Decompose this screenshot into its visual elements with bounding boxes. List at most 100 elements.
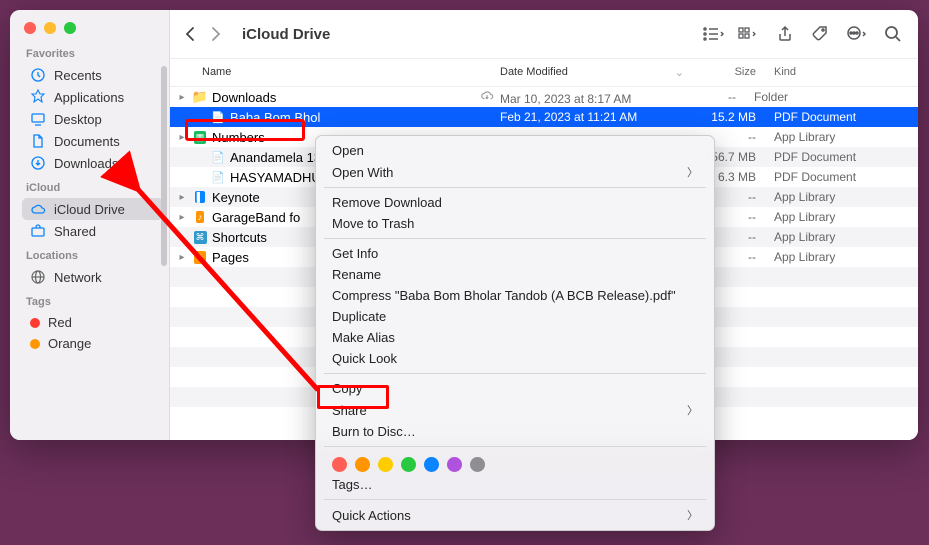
view-list-icon[interactable] <box>702 26 724 42</box>
file-name: Keynote <box>212 190 260 205</box>
separator <box>324 499 706 500</box>
tag-color-swatch[interactable] <box>332 457 347 472</box>
context-open[interactable]: Open With〉 <box>316 161 714 183</box>
file-kind: PDF Document <box>764 110 918 124</box>
file-kind: App Library <box>764 190 918 204</box>
pages-icon: ✎ <box>192 249 208 265</box>
sidebar-item-icloud-drive[interactable]: iCloud Drive <box>22 198 163 220</box>
disclosure-icon[interactable]: ▸ <box>176 212 188 223</box>
pdf-icon: 📄 <box>210 109 226 125</box>
disclosure-icon[interactable]: ▸ <box>176 252 188 263</box>
shortcuts-icon: ⌘ <box>192 229 208 245</box>
context-open[interactable]: Open <box>316 140 714 161</box>
context-menu: OpenOpen With〉 Remove DownloadMove to Tra… <box>315 135 715 531</box>
sidebar-item-downloads[interactable]: Downloads <box>22 152 163 174</box>
file-row[interactable]: 📄 Baba Bom Bholar Tandob (A BCB Release).… <box>170 107 918 127</box>
file-kind: App Library <box>764 210 918 224</box>
file-name: Shortcuts <box>212 230 267 245</box>
file-size: -- <box>674 90 744 104</box>
pdf-icon: 📄 <box>210 149 226 165</box>
context-copy[interactable]: Copy <box>316 378 714 399</box>
tag-color-swatch[interactable] <box>378 457 393 472</box>
context-burn[interactable]: Burn to Disc… <box>316 421 714 442</box>
back-button[interactable] <box>184 26 196 42</box>
apps-icon <box>30 89 46 105</box>
sidebar-item-documents[interactable]: Documents <box>22 130 163 152</box>
tag-color-swatch[interactable] <box>424 457 439 472</box>
sidebar-section-header: Tags <box>26 296 163 308</box>
file-date: Mar 10, 2023 at 8:17 AM <box>500 92 631 106</box>
separator <box>324 238 706 239</box>
file-name: GarageBand fo <box>212 210 300 225</box>
zoom-icon[interactable] <box>64 22 76 34</box>
context-rename[interactable]: Rename <box>316 264 714 285</box>
context-compress[interactable]: Compress "Baba Bom Bholar Tandob (A BCB … <box>316 285 714 306</box>
close-icon[interactable] <box>24 22 36 34</box>
context-make[interactable]: Make Alias <box>316 327 714 348</box>
col-kind[interactable]: Kind <box>764 63 918 82</box>
sidebar-item-recents[interactable]: Recents <box>22 64 163 86</box>
shared-icon <box>30 223 46 239</box>
sidebar-scrollbar[interactable] <box>159 60 169 340</box>
sidebar-item-label: iCloud Drive <box>54 202 125 217</box>
sidebar-item-desktop[interactable]: Desktop <box>22 108 163 130</box>
context-get[interactable]: Get Info <box>316 243 714 264</box>
disclosure-icon[interactable]: ▸ <box>176 92 188 103</box>
tag-dot-icon <box>30 318 40 328</box>
col-size[interactable]: Size <box>694 63 764 82</box>
forward-button[interactable] <box>210 26 222 42</box>
minimize-icon[interactable] <box>44 22 56 34</box>
tag-color-swatch[interactable] <box>401 457 416 472</box>
file-size: 15.2 MB <box>694 110 764 124</box>
file-name: Baba Bom Bholar Tandob (A BCB Release).p… <box>230 110 320 125</box>
context-quick[interactable]: Quick Look <box>316 348 714 369</box>
tag-color-swatch[interactable] <box>447 457 462 472</box>
col-date[interactable]: Date Modified ⌄ <box>500 63 694 82</box>
tag-color-swatch[interactable] <box>355 457 370 472</box>
tag-icon[interactable] <box>810 25 832 43</box>
chevron-right-icon: 〉 <box>687 507 698 523</box>
cloud-icon <box>30 201 46 217</box>
tag-color-swatch[interactable] <box>470 457 485 472</box>
toolbar: iCloud Drive <box>170 10 918 58</box>
sidebar-item-network[interactable]: Network <box>22 266 163 288</box>
disclosure-icon[interactable]: ▸ <box>176 192 188 203</box>
col-name[interactable]: Name <box>170 63 500 82</box>
context-duplicate[interactable]: Duplicate <box>316 306 714 327</box>
chevron-right-icon: 〉 <box>687 402 698 418</box>
more-icon[interactable] <box>846 25 868 43</box>
disclosure-icon[interactable]: ▸ <box>176 232 188 243</box>
pdf-icon: 📄 <box>210 169 226 185</box>
sidebar-section-header: Favorites <box>26 48 163 60</box>
separator <box>324 446 706 447</box>
context-move[interactable]: Move to Trash <box>316 213 714 234</box>
sidebar-section-header: iCloud <box>26 182 163 194</box>
sidebar-item-orange[interactable]: Orange <box>22 333 163 354</box>
group-icon[interactable] <box>738 26 760 42</box>
context-share[interactable]: Share〉 <box>316 399 714 421</box>
file-name: Downloads <box>212 90 276 105</box>
column-headers[interactable]: Name Date Modified ⌄ Size Kind <box>170 58 918 87</box>
context-quick-actions[interactable]: Quick Actions〉 <box>316 504 714 526</box>
sidebar-list: Favorites RecentsApplicationsDesktop Docum… <box>10 40 169 440</box>
sidebar-item-red[interactable]: Red <box>22 312 163 333</box>
context-tags[interactable]: Tags… <box>316 474 714 495</box>
tag-dot-icon <box>30 339 40 349</box>
file-kind: Folder <box>744 90 918 104</box>
context-remove[interactable]: Remove Download <box>316 192 714 213</box>
separator <box>324 373 706 374</box>
file-kind: App Library <box>764 250 918 264</box>
finder-window: Favorites RecentsApplicationsDesktop Docum… <box>10 10 918 440</box>
file-row[interactable]: ▸ 📁 Downloads Mar 10, 2023 at 8:17 AM --Fol… <box>170 87 918 107</box>
share-icon[interactable] <box>774 25 796 43</box>
sidebar-item-label: Documents <box>54 134 120 149</box>
cloud-download-icon[interactable] <box>480 92 494 106</box>
disclosure-icon[interactable]: ▸ <box>176 132 188 143</box>
sidebar-item-shared[interactable]: Shared <box>22 220 163 242</box>
sidebar-item-applications[interactable]: Applications <box>22 86 163 108</box>
search-icon[interactable] <box>882 25 904 43</box>
keynote-icon: ▌ <box>192 189 208 205</box>
separator <box>324 187 706 188</box>
folder-icon: 📁 <box>192 89 208 105</box>
sidebar-item-label: Orange <box>48 336 91 351</box>
